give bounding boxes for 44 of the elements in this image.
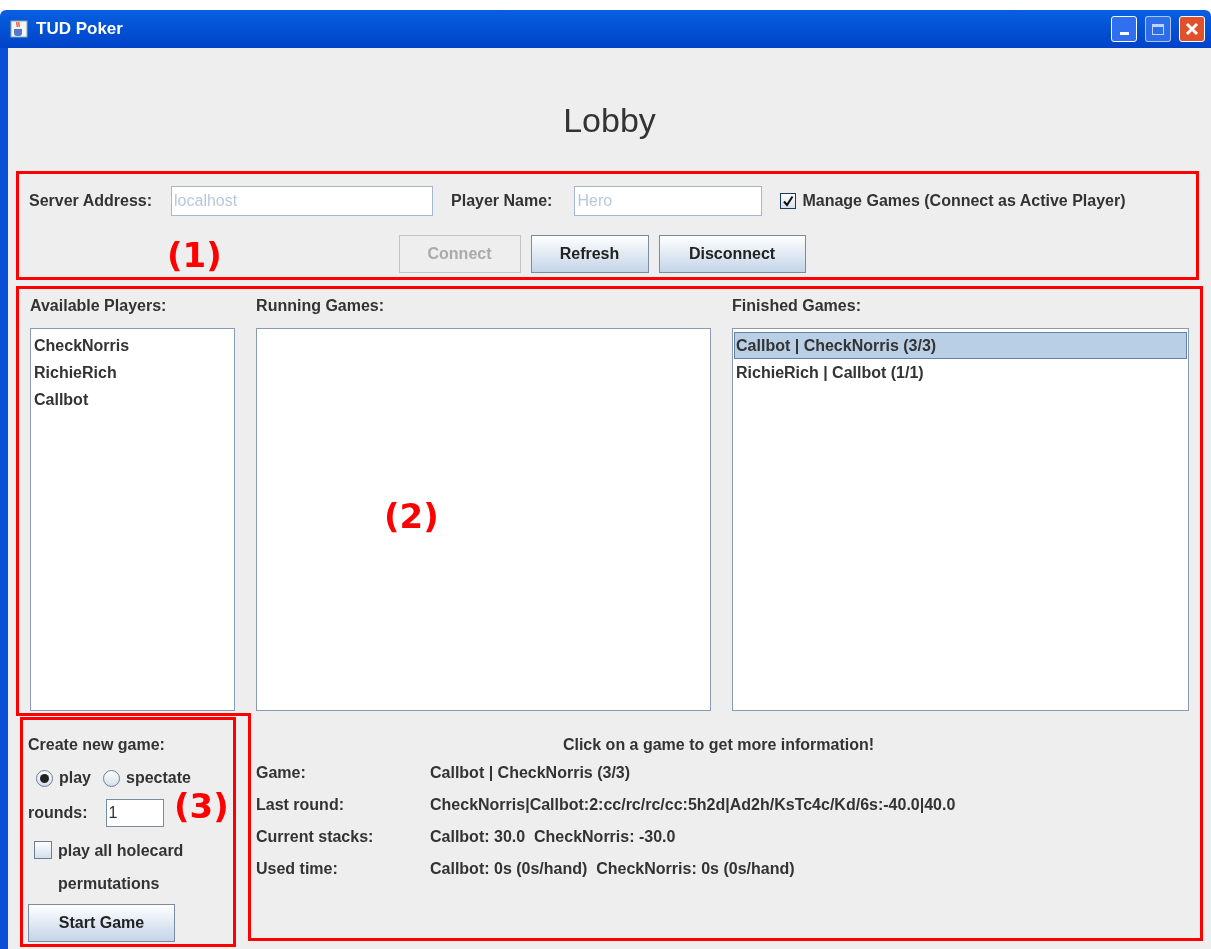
info-value: Callbot: 30.0 CheckNorris: -30.0: [430, 827, 676, 847]
radio-label: play: [59, 768, 91, 788]
list-title: Finished Games:: [732, 296, 862, 316]
radio-label: spectate: [126, 768, 191, 788]
info-label: Current stacks:: [256, 827, 375, 847]
checkbox-label: play all holecard permutations: [58, 841, 185, 894]
button: Connect: [398, 235, 521, 273]
button[interactable]: Disconnect: [658, 235, 806, 273]
field-label: Player Name:: [451, 191, 553, 211]
checkbox-label: Manage Games (Connect as Active Player): [802, 191, 1126, 211]
radio-button[interactable]: [36, 769, 53, 787]
list-item[interactable]: CheckNorris: [32, 332, 234, 359]
list-item[interactable]: Callbot: [32, 386, 234, 413]
close-icon: [1185, 22, 1199, 36]
minimize-button[interactable]: [1111, 16, 1137, 42]
checkbox[interactable]: [34, 841, 52, 859]
field-label: Server Address:: [29, 191, 153, 211]
info-label: Last round:: [256, 795, 345, 815]
annotation-label: (3): [174, 786, 229, 828]
page-heading: Lobby: [563, 100, 656, 141]
close-button[interactable]: [1179, 16, 1205, 42]
radio-button[interactable]: [103, 769, 120, 787]
maximize-button[interactable]: [1145, 16, 1171, 42]
annotation-label: (1): [167, 234, 222, 277]
start-game-button[interactable]: Start Game: [28, 904, 175, 942]
info-value: CheckNorris|Callbot:2:cc/rc/rc/cc:5h2d|Ad2h/KsTc4c/Kd/6s:-40.0|40.0: [430, 795, 956, 815]
list-title: Running Games:: [256, 296, 386, 316]
window-title: TUD Poker: [36, 18, 124, 41]
info-value: Callbot: 0s (0s/hand) CheckNorris: 0s (0s/hand): [430, 859, 795, 879]
info-hint: Click on a game to get more information!: [561, 735, 876, 755]
list-title: Available Players:: [30, 296, 168, 316]
section-title: Create new game:: [28, 735, 166, 755]
info-label: Used time:: [256, 859, 339, 879]
list-item[interactable]: RichieRich: [32, 359, 234, 386]
button[interactable]: Refresh: [530, 235, 649, 273]
list-item[interactable]: Callbot | CheckNorris (3/3): [734, 332, 1187, 359]
annotation-label: (2): [384, 495, 439, 538]
info-label: Game:: [256, 763, 307, 783]
coffee-cup-icon: [10, 20, 28, 38]
checkbox[interactable]: [780, 193, 797, 209]
list-item[interactable]: RichieRich | Callbot (1/1): [734, 359, 1187, 386]
field-label: rounds:: [28, 803, 88, 823]
info-value: Callbot | CheckNorris (3/3): [430, 763, 631, 783]
input-field[interactable]: 1: [105, 799, 164, 827]
